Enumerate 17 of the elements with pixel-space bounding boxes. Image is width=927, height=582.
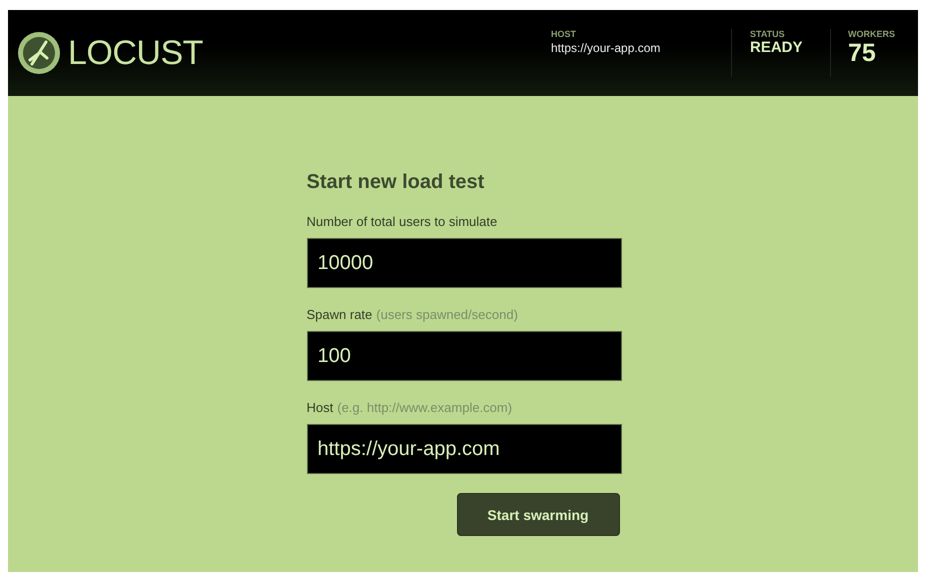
input-field[interactable]: 10000 [306,238,622,288]
form-title: Start new load test [306,171,486,194]
stat-value: 75 [848,39,877,68]
start-swarming-button[interactable]: Start swarming [456,493,620,536]
input-field[interactable]: 100 [306,331,622,381]
stat-label: HOST [551,29,578,39]
stat-label: STATUS [750,29,786,39]
field-label: Host [306,400,334,415]
field-label: Spawn rate [306,307,372,322]
stat-value: READY [750,39,804,56]
logo-text: LOCUST [68,34,203,72]
stat-label: WORKERS [848,29,896,39]
stat-value: https://your-app.com [551,41,662,55]
field-label: Number of total users to simulate [306,214,498,229]
input-field[interactable]: https://your-app.com [306,424,622,474]
field-hint: (e.g. http://www.example.com) [337,400,512,415]
field-hint: (users spawned/second) [376,307,518,322]
